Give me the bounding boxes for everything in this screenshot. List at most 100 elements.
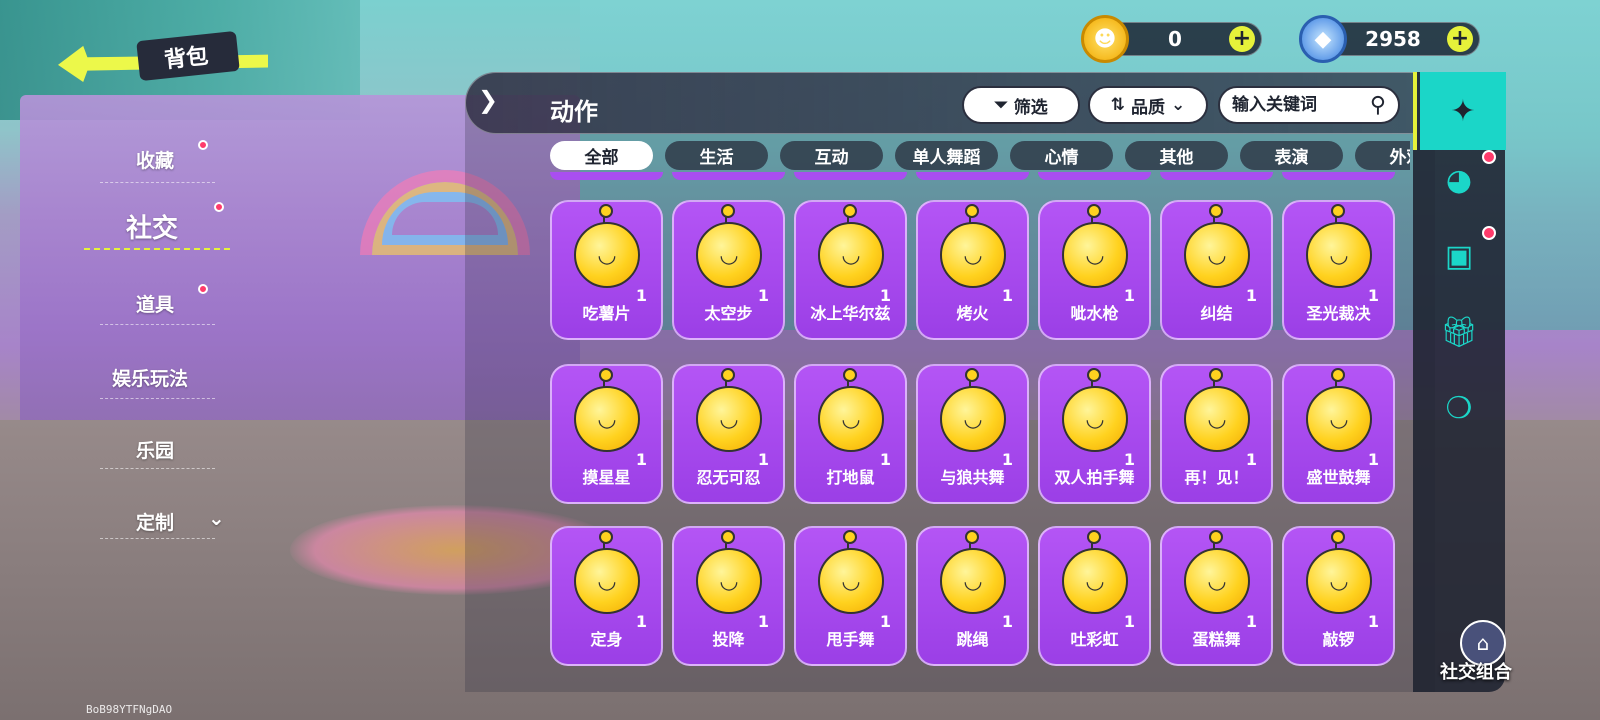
version-text: BoB98YTFNgDAO bbox=[86, 703, 173, 716]
tab-interaction[interactable]: 互动 bbox=[780, 141, 883, 170]
notification-dot bbox=[214, 202, 224, 212]
social-action-icon[interactable]: ✦ bbox=[1420, 72, 1506, 150]
item-card[interactable]: ◡ 1 纠结 bbox=[1160, 200, 1273, 340]
add-coin-button[interactable]: + bbox=[1229, 26, 1255, 52]
action-character-icon: ◡ bbox=[940, 386, 1006, 452]
nav-item-park[interactable]: 乐园 bbox=[136, 436, 174, 463]
action-character-icon: ◡ bbox=[1306, 548, 1372, 614]
item-card[interactable]: ◡ 1 太空步 bbox=[672, 200, 785, 340]
action-character-icon: ◡ bbox=[940, 548, 1006, 614]
item-card[interactable]: ◡ 1 定身 bbox=[550, 526, 663, 666]
item-card[interactable]: ◡ 1 盛世鼓舞 bbox=[1282, 364, 1395, 504]
item-card[interactable]: ◡ 1 冰上华尔兹 bbox=[794, 200, 907, 340]
notification-dot bbox=[198, 284, 208, 294]
nav-item-label: 道具 bbox=[136, 294, 175, 316]
nav-item-label: 乐园 bbox=[136, 440, 175, 462]
action-character-icon: ◡ bbox=[1062, 222, 1128, 288]
nav-divider bbox=[100, 468, 215, 469]
item-card[interactable]: ◡ 1 甩手舞 bbox=[794, 526, 907, 666]
sort-quality-dropdown[interactable]: ⇅ 品质 ⌄ bbox=[1088, 86, 1208, 124]
item-card[interactable]: ◡ 1 呲水枪 bbox=[1038, 200, 1151, 340]
action-character-icon: ◡ bbox=[696, 222, 762, 288]
tab-solo-dance[interactable]: 单人舞蹈 bbox=[895, 141, 998, 170]
item-name: 吐彩虹 bbox=[1070, 630, 1119, 649]
item-name: 双人拍手舞 bbox=[1054, 468, 1135, 487]
item-card[interactable]: ◡ 1 打地鼠 bbox=[794, 364, 907, 504]
nav-item-social[interactable]: 社交 bbox=[126, 202, 224, 245]
notification-dot bbox=[198, 140, 208, 150]
item-name: 甩手舞 bbox=[826, 630, 875, 649]
item-name: 再！见！ bbox=[1184, 468, 1249, 487]
add-gem-button[interactable]: + bbox=[1447, 26, 1473, 52]
gem-icon: ◆ bbox=[1299, 15, 1347, 63]
item-card[interactable]: ◡ 1 烤火 bbox=[916, 200, 1029, 340]
tab-other[interactable]: 其他 bbox=[1125, 141, 1228, 170]
item-card[interactable]: ◡ 1 跳绳 bbox=[916, 526, 1029, 666]
photo-frame-icon[interactable]: ▣ bbox=[1435, 232, 1483, 280]
action-character-icon: ◡ bbox=[940, 222, 1006, 288]
item-name: 与狼共舞 bbox=[940, 468, 1005, 487]
nav-divider bbox=[100, 324, 215, 325]
item-card[interactable]: ◡ 1 圣光裁决 bbox=[1282, 200, 1395, 340]
back-button[interactable]: 背包 bbox=[58, 30, 278, 92]
nav-divider bbox=[100, 538, 215, 539]
item-card[interactable]: ◡ 1 忍无可忍 bbox=[672, 364, 785, 504]
item-card[interactable]: ◡ 1 双人拍手舞 bbox=[1038, 364, 1151, 504]
social-combo-label: 社交组合 bbox=[1440, 662, 1512, 683]
action-character-icon: ◡ bbox=[696, 386, 762, 452]
item-name: 呲水枪 bbox=[1070, 304, 1119, 323]
funnel-icon: ⏷ bbox=[994, 95, 1008, 115]
item-name: 纠结 bbox=[1200, 304, 1233, 323]
tab-life[interactable]: 生活 bbox=[665, 141, 768, 170]
nav-item-favorites[interactable]: 收藏 bbox=[136, 140, 208, 173]
nav-item-entertainment[interactable]: 娱乐玩法 bbox=[112, 364, 188, 391]
tab-appearance[interactable]: 外观 bbox=[1355, 141, 1410, 170]
item-card[interactable]: ◡ 1 吐彩虹 bbox=[1038, 526, 1151, 666]
action-character-icon: ◡ bbox=[818, 222, 884, 288]
emote-icon[interactable]: ◕ bbox=[1435, 156, 1483, 204]
nav-item-customize[interactable]: 定制 ⌄ bbox=[136, 506, 225, 535]
item-name: 摸星星 bbox=[582, 468, 631, 487]
item-card[interactable]: ◡ 1 敲锣 bbox=[1282, 526, 1395, 666]
tab-performance[interactable]: 表演 bbox=[1240, 141, 1343, 170]
search-box: ⚲ bbox=[1218, 86, 1400, 124]
chevron-down-icon: ⌄ bbox=[1171, 95, 1186, 115]
coin-currency: ☻ 0 + bbox=[1081, 15, 1262, 63]
action-character-icon: ◡ bbox=[1306, 222, 1372, 288]
combo-icon: ⌂ bbox=[1476, 631, 1490, 655]
sort-icon: ⇅ bbox=[1110, 95, 1125, 115]
collapse-panel-button[interactable]: ❯ bbox=[478, 86, 508, 116]
search-input[interactable] bbox=[1232, 95, 1352, 115]
gift-icon[interactable]: 🎁︎ bbox=[1435, 308, 1483, 356]
item-card[interactable]: ◡ 1 与狼共舞 bbox=[916, 364, 1029, 504]
action-character-icon: ◡ bbox=[818, 548, 884, 614]
item-name: 烤火 bbox=[956, 304, 989, 323]
item-card[interactable]: ◡ 1 投降 bbox=[672, 526, 785, 666]
filter-button[interactable]: ⏷ 筛选 bbox=[962, 86, 1080, 124]
action-character-icon: ◡ bbox=[696, 548, 762, 614]
item-card[interactable]: ◡ 1 摸星星 bbox=[550, 364, 663, 504]
item-grid: ◡ 1 吃薯片 ◡ 1 太空步 ◡ 1 冰上华尔兹 ◡ 1 烤火 ◡ 1 呲水枪 ◡ 1 纠结 ◡ 1 圣光裁决 ◡ 1 摸星… bbox=[550, 172, 1410, 672]
search-icon[interactable]: ⚲ bbox=[1370, 93, 1386, 118]
nav-item-label: 社交 bbox=[126, 214, 179, 244]
item-card[interactable]: ◡ 1 吃薯片 bbox=[550, 200, 663, 340]
item-name: 盛世鼓舞 bbox=[1306, 468, 1371, 487]
item-name: 蛋糕舞 bbox=[1192, 630, 1241, 649]
action-character-icon: ◡ bbox=[574, 386, 640, 452]
action-character-icon: ◡ bbox=[1184, 222, 1250, 288]
nav-item-label: 收藏 bbox=[136, 150, 175, 172]
tab-all[interactable]: 全部 bbox=[550, 141, 653, 170]
nav-item-label: 娱乐玩法 bbox=[112, 368, 189, 390]
item-name: 圣光裁决 bbox=[1306, 304, 1371, 323]
tab-mood[interactable]: 心情 bbox=[1010, 141, 1113, 170]
gem-currency: ◆ 2958 + bbox=[1299, 15, 1480, 63]
sort-label: 品质 bbox=[1131, 97, 1165, 118]
balloon-icon[interactable]: ❍ bbox=[1435, 384, 1483, 432]
action-character-icon: ◡ bbox=[818, 386, 884, 452]
item-name: 跳绳 bbox=[956, 630, 989, 649]
nav-item-props[interactable]: 道具 bbox=[136, 284, 208, 317]
action-character-icon: ◡ bbox=[574, 222, 640, 288]
item-card[interactable]: ◡ 1 再！见！ bbox=[1160, 364, 1273, 504]
item-card[interactable]: ◡ 1 蛋糕舞 bbox=[1160, 526, 1273, 666]
filter-label: 筛选 bbox=[1013, 97, 1048, 118]
